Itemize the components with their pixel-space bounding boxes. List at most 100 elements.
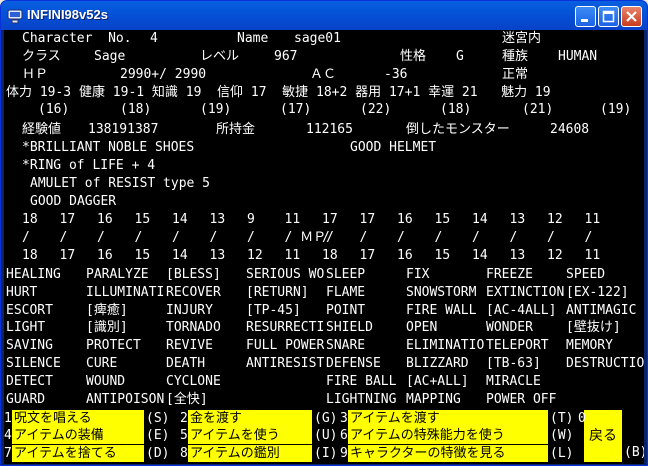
mp-separator: / — [322, 230, 330, 245]
menu-number: 7 — [4, 445, 12, 461]
menu-item[interactable]: キャラクターの特徴を見る — [348, 444, 548, 462]
spell-item[interactable]: RESURRECTI — [246, 321, 324, 335]
back-button[interactable]: 戻る — [584, 410, 622, 462]
mp-value: 14 — [172, 212, 188, 227]
spell-item[interactable]: POINT — [326, 303, 365, 318]
spell-item[interactable]: FREEZE — [486, 268, 533, 282]
spell-item[interactable]: [AC-4ALL] — [486, 303, 556, 318]
spell-item[interactable]: POWER OFF — [486, 392, 556, 407]
spell-item[interactable]: HURT — [6, 285, 37, 300]
menu-number: 1 — [4, 411, 12, 426]
spell-item[interactable]: GUARD — [6, 392, 45, 407]
spell-item[interactable]: ANTIRESIST — [246, 357, 324, 371]
menu-item[interactable]: アイテムの装備 — [12, 427, 144, 445]
minimize-button[interactable] — [575, 6, 596, 27]
menu-item[interactable]: アイテムを使う — [188, 427, 312, 445]
mp-separator: / — [22, 230, 30, 245]
menu-item[interactable]: アイテムを捨てる — [12, 444, 144, 462]
spell-item[interactable]: LIGHT — [6, 321, 45, 335]
title-bar[interactable]: INFINI98v52s — [1, 1, 647, 30]
menu-number: 9 — [340, 445, 348, 461]
menu-item[interactable]: アイテムの特殊能力を使う — [348, 427, 548, 445]
spell-item[interactable]: MIRACLE — [486, 374, 541, 389]
menu-number: 2 — [180, 411, 188, 426]
app-icon — [7, 9, 23, 24]
mp-value: 12 — [547, 212, 563, 227]
spell-item[interactable]: ANTIMAGIC — [566, 303, 636, 318]
mp-separator: / — [434, 230, 443, 245]
spell-item[interactable]: DEFENSE — [326, 357, 381, 371]
spell-item[interactable]: FIRE WALL — [406, 303, 476, 318]
spell-item[interactable]: [識別] — [86, 321, 128, 335]
spell-item[interactable]: ESCORT — [6, 303, 53, 318]
spell-item[interactable]: [AC+ALL] — [406, 374, 469, 389]
menu-number: 4 — [4, 428, 12, 444]
spell-item[interactable]: SLEEP — [326, 268, 365, 282]
close-button[interactable] — [621, 6, 642, 27]
spell-item[interactable]: EXTINCTION — [486, 285, 564, 300]
maximize-icon — [602, 10, 615, 23]
spell-item[interactable]: ILLUMINATI — [86, 285, 164, 300]
spell-item[interactable]: ANTIPOISON — [86, 392, 164, 407]
spell-item[interactable]: FIRE BALL — [326, 374, 396, 389]
spell-item[interactable]: REVIVE — [166, 339, 213, 353]
spell-item[interactable]: ELIMINATIO — [406, 339, 484, 353]
spell-item[interactable]: [EX-122] — [566, 285, 629, 300]
mp-value: 13 — [209, 212, 226, 227]
equipment-item: GOOD HELMET — [350, 140, 437, 155]
spell-item[interactable]: RECOVER — [166, 285, 221, 300]
spell-item[interactable]: [全快] — [166, 392, 208, 407]
mp-value: 16 — [397, 212, 413, 227]
spell-item[interactable]: SNOWSTORM — [406, 285, 476, 300]
back-label: 戻る — [589, 428, 617, 444]
spell-item[interactable]: SNARE — [326, 339, 365, 353]
spell-item[interactable]: [痺癒] — [86, 303, 128, 318]
spell-item[interactable]: [RETURN] — [246, 285, 309, 300]
spell-item[interactable]: FIX — [406, 268, 429, 282]
spell-item[interactable]: [BLESS] — [166, 268, 221, 282]
menu-shortcut: (S) — [146, 411, 170, 426]
spell-item[interactable]: CURE — [86, 357, 117, 371]
spell-item[interactable]: WOUND — [86, 374, 125, 389]
spell-item[interactable]: HEALING — [6, 268, 61, 282]
spell-item[interactable]: TELEPORT — [486, 339, 549, 353]
spell-item[interactable]: SERIOUS WO — [246, 268, 324, 282]
app-window: INFINI98v52s Character No. 4 Name sage01… — [0, 0, 648, 466]
spell-item[interactable]: PARALYZE — [86, 268, 149, 282]
spell-item[interactable]: FLAME — [326, 285, 365, 300]
spell-item[interactable]: BLIZZARD — [406, 357, 469, 371]
spell-item[interactable]: WONDER — [486, 321, 533, 335]
spell-item[interactable]: [TP-45] — [246, 303, 301, 318]
spell-item[interactable]: INJURY — [166, 303, 213, 318]
spell-item[interactable]: SHIELD — [326, 321, 373, 335]
spell-item[interactable]: [壁抜け] — [566, 321, 621, 335]
equipment-item: *BRILLIANT NOBLE SHOES — [22, 140, 195, 155]
exp-label: 経験値 — [22, 122, 62, 137]
mp-separator: / — [472, 230, 480, 245]
spell-item[interactable]: MAPPING — [406, 392, 461, 407]
spell-item[interactable]: SILENCE — [6, 357, 61, 371]
race: HUMAN — [558, 49, 598, 64]
menu-item[interactable]: 呪文を唱える — [12, 410, 144, 427]
menu-item[interactable]: 金を渡す — [188, 410, 312, 427]
spell-item[interactable]: OPEN — [406, 321, 437, 335]
spell-item[interactable]: [TB-63] — [486, 357, 541, 371]
spell-item[interactable]: TORNADO — [166, 321, 221, 335]
maximize-button[interactable] — [598, 6, 619, 27]
menu-item[interactable]: アイテムを渡す — [348, 410, 548, 427]
mp-separator: / — [134, 230, 143, 245]
spell-item[interactable]: FULL POWER — [246, 339, 324, 353]
spell-item[interactable]: DETECT — [6, 374, 53, 389]
spell-item[interactable]: SAVING — [6, 339, 53, 353]
spell-item[interactable]: CYCLONE — [166, 374, 221, 389]
menu-number: 6 — [340, 428, 348, 444]
spell-item[interactable]: MEMORY — [566, 339, 613, 353]
mp-separator: / — [397, 230, 405, 245]
spell-item[interactable]: PROTECT — [86, 339, 141, 353]
menu-shortcut: (I) — [314, 445, 338, 461]
spell-item[interactable]: DESTRUCTIO — [566, 357, 644, 371]
spell-item[interactable]: DEATH — [166, 357, 205, 371]
spell-item[interactable]: LIGHTNING — [326, 392, 396, 407]
spell-item[interactable]: SPEED — [566, 268, 605, 282]
menu-item[interactable]: アイテムの鑑別 — [188, 444, 312, 462]
